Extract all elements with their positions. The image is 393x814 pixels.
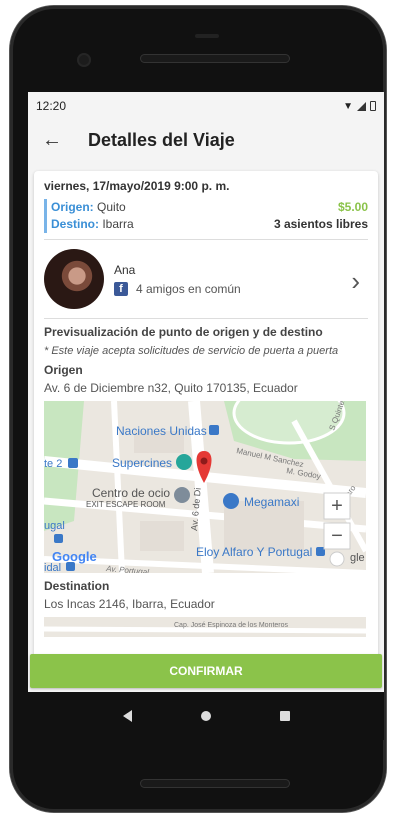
destination-row: Destino: Ibarra: [51, 216, 134, 233]
destination-map-canvas: Cap. José Espinoza de los Monteros: [44, 617, 366, 637]
trip-datetime: viernes, 17/mayo/2019 9:00 p. m.: [44, 179, 230, 193]
preview-title: Previsualización de punto de origen y de…: [44, 325, 323, 339]
route-summary: Origen: Quito Destino: Ibarra $5.00 3 as…: [44, 199, 368, 233]
map-label-gle: gle: [350, 552, 365, 564]
origin-value: Quito: [97, 200, 126, 214]
battery-icon: [370, 101, 376, 111]
app-bar: ← Detalles del Viaje: [28, 120, 384, 160]
compass-icon: [329, 551, 345, 567]
supercines-pin-icon: [176, 454, 192, 470]
app-screen: 12:20 ▼ ← Detalles del Viaje viernes, 17…: [28, 92, 384, 692]
map-label-supercines: Supercines: [112, 456, 172, 470]
map-label-ugal: ugal: [44, 520, 65, 532]
megamaxi-pin-icon: [223, 493, 239, 509]
status-time: 12:20: [36, 99, 67, 113]
route-meta: $5.00 3 asientos libres: [274, 199, 368, 233]
chevron-right-icon[interactable]: ›: [351, 266, 360, 297]
status-icons: ▼: [343, 101, 376, 112]
destination-map[interactable]: Cap. José Espinoza de los Monteros: [44, 617, 366, 637]
available-seats: 3 asientos libres: [273, 217, 368, 231]
wifi-icon: ▼: [343, 100, 353, 112]
origin-label: Origen:: [51, 200, 94, 214]
map-label-centro: Centro de ocio: [92, 486, 170, 500]
signal-icon: [357, 101, 366, 111]
door-to-door-note: * Este viaje acepta solicitudes de servi…: [44, 345, 339, 357]
mutual-friends-text: 4 amigos en común: [136, 281, 241, 296]
top-speaker: [140, 54, 290, 63]
nav-home-icon[interactable]: [200, 711, 211, 721]
map-label-te2: te 2: [44, 458, 62, 470]
nav-recents-icon[interactable]: [279, 711, 290, 721]
avatar: [44, 249, 104, 309]
map-label-exit: EXIT ESCAPE ROOM: [86, 500, 166, 509]
mutual-friends: f 4 amigos en común: [114, 281, 241, 296]
map2-street-label: Cap. José Espinoza de los Monteros: [174, 622, 289, 629]
trip-price: $5.00: [337, 200, 368, 214]
driver-name: Ana: [114, 262, 136, 277]
route-places: Origen: Quito Destino: Ibarra: [44, 199, 134, 233]
plus-icon: +: [331, 495, 343, 517]
destination-value: Ibarra: [102, 217, 134, 231]
driver-info: Ana f 4 amigos en común: [114, 263, 241, 296]
divider: [44, 318, 368, 319]
confirm-button[interactable]: CONFIRMAR: [30, 654, 382, 688]
trip-details-card: viernes, 17/mayo/2019 9:00 p. m. Origen:…: [34, 171, 378, 671]
phone-notch: [195, 34, 219, 38]
centro-pin-icon: [174, 487, 190, 503]
origin-row: Origen: Quito: [51, 199, 134, 216]
map-label-eloy: Eloy Alfaro Y Portugal: [196, 545, 312, 559]
driver-profile-row[interactable]: Ana f 4 amigos en común ›: [44, 246, 368, 312]
front-camera: [77, 53, 91, 67]
google-logo: Google: [52, 549, 97, 564]
android-nav-bar: [28, 692, 384, 740]
destination-section-title: Destination: [44, 579, 110, 593]
origin-map[interactable]: Naciones Unidas Manuel M Sanchez M. Godo…: [44, 401, 366, 573]
destination-address: Los Incas 2146, Ibarra, Ecuador: [44, 597, 215, 611]
origin-address: Av. 6 de Diciembre n32, Quito 170135, Ec…: [44, 381, 298, 395]
facebook-icon: f: [114, 281, 128, 296]
minus-icon: −: [331, 525, 343, 547]
map-label-naciones: Naciones Unidas: [116, 424, 207, 438]
map-label-megamaxi: Megamaxi: [244, 495, 299, 509]
destination-label: Destino:: [51, 217, 99, 231]
divider: [44, 239, 368, 240]
origin-section-title: Origen: [44, 363, 83, 377]
status-bar: 12:20 ▼: [28, 92, 384, 120]
nav-back-icon[interactable]: [122, 710, 132, 722]
origin-map-canvas: Naciones Unidas Manuel M Sanchez M. Godo…: [44, 401, 366, 573]
bottom-speaker: [140, 779, 290, 788]
back-arrow-icon[interactable]: ←: [42, 129, 72, 152]
page-title: Detalles del Viaje: [88, 129, 235, 150]
